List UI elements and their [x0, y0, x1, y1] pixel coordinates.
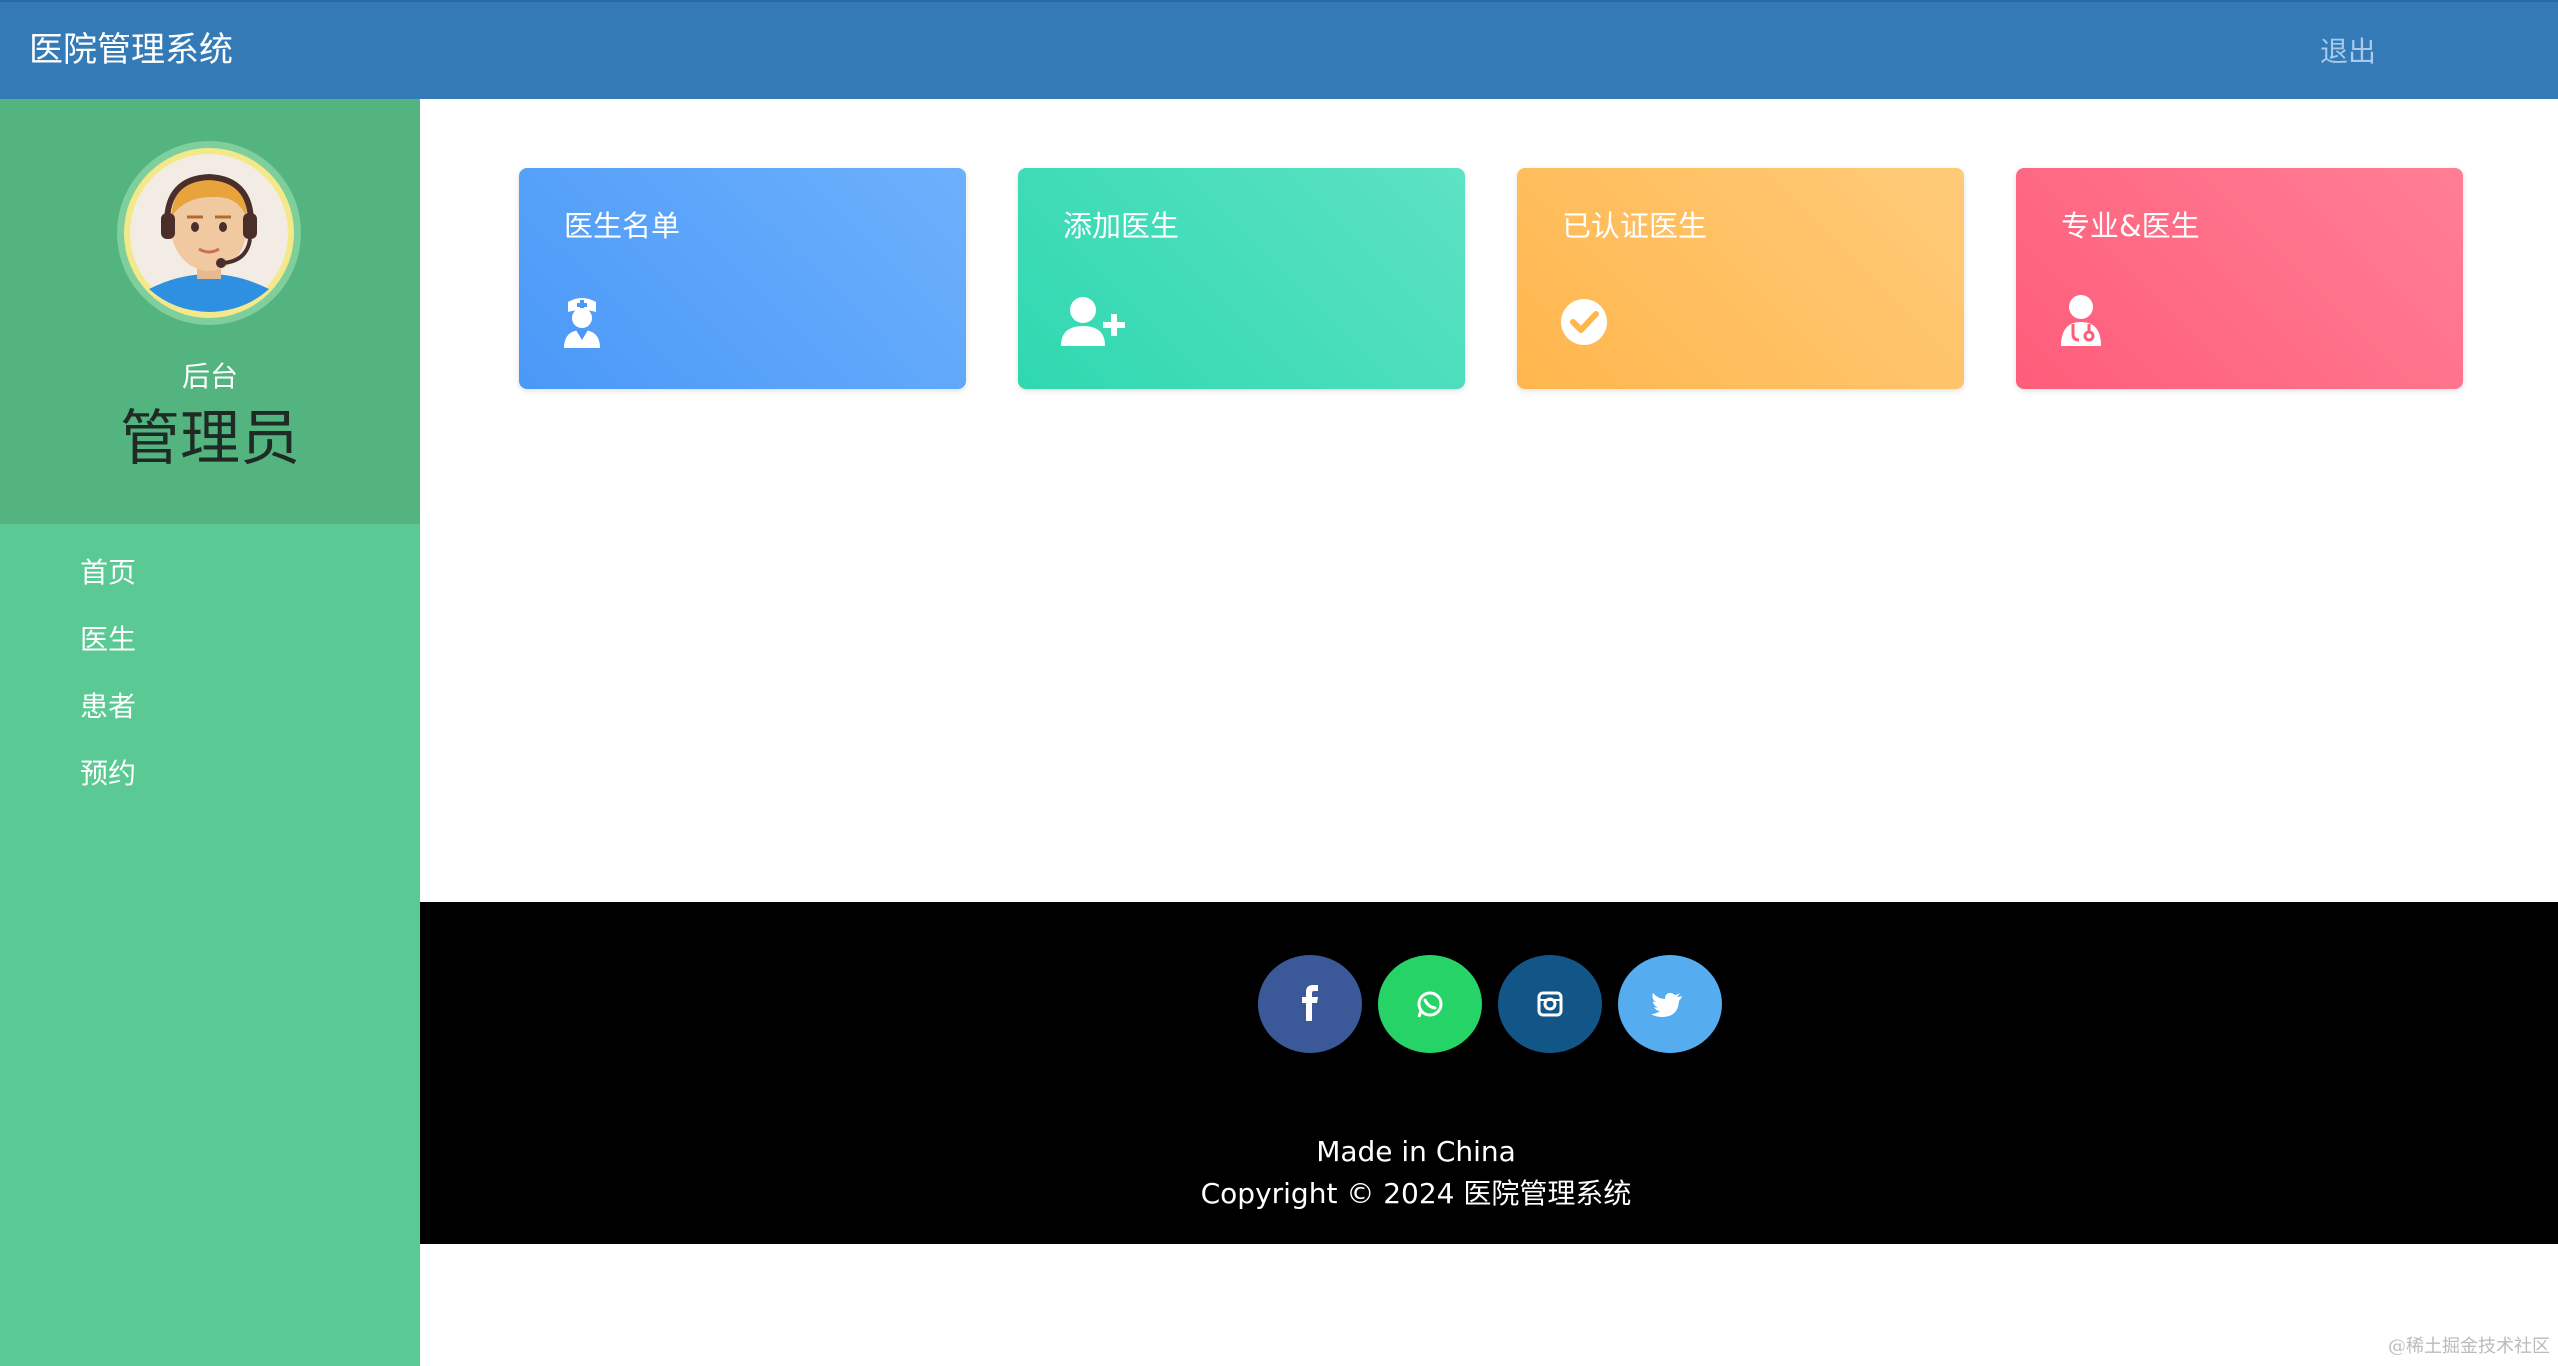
- main-content: 医生名单 添加医生 已认证医生 专业&医生: [420, 99, 2558, 902]
- sidebar-nav: 首页 医生 患者 预约: [0, 539, 420, 807]
- card-specialty-doctors[interactable]: 专业&医生: [2016, 168, 2463, 389]
- facebook-icon: [1302, 985, 1318, 1021]
- sidebar-item-appointments[interactable]: 预约: [0, 740, 420, 807]
- copyright-text: Copyright © 2024 医院管理系统: [1200, 1177, 1632, 1210]
- card-doctor-list[interactable]: 医生名单: [519, 168, 966, 389]
- avatar: [117, 141, 301, 325]
- footer: Made in China Copyright © 2024 医院管理系统: [420, 902, 2558, 1244]
- check-circle-icon: [1561, 299, 1607, 345]
- sidebar-item-patients[interactable]: 患者: [0, 673, 420, 740]
- whatsapp-button[interactable]: [1378, 955, 1482, 1053]
- top-navbar: 医院管理系统 退出: [0, 0, 2558, 99]
- doctor-nurse-icon: [564, 298, 600, 348]
- card-title: 已认证医生: [1562, 209, 1708, 243]
- instagram-icon: [1537, 991, 1563, 1017]
- whatsapp-icon: [1417, 991, 1443, 1018]
- watermark: @稀土掘金技术社区: [2388, 1336, 2550, 1357]
- sidebar-item-home[interactable]: 首页: [0, 539, 420, 606]
- brand-title[interactable]: 医院管理系统: [29, 28, 233, 72]
- card-add-doctor[interactable]: 添加医生: [1018, 168, 1465, 389]
- card-title: 医生名单: [564, 209, 681, 243]
- card-verified-doctors[interactable]: 已认证医生: [1517, 168, 1964, 389]
- twitter-button[interactable]: [1618, 955, 1722, 1053]
- sidebar-item-doctors[interactable]: 医生: [0, 606, 420, 673]
- logout-link[interactable]: 退出: [2320, 32, 2376, 72]
- card-title: 添加医生: [1063, 209, 1180, 243]
- role-title: 管理员: [120, 404, 300, 474]
- role-subtitle: 后台: [181, 360, 238, 393]
- instagram-button[interactable]: [1498, 955, 1602, 1053]
- user-plus-icon: [1061, 297, 1125, 346]
- card-title: 专业&医生: [2061, 209, 2200, 243]
- twitter-icon: [1651, 993, 1682, 1017]
- user-doctor-icon: [2061, 295, 2101, 346]
- footer-text: Made in China Copyright © 2024 医院管理系统: [420, 1132, 2558, 1216]
- profile-panel: 后台 管理员: [0, 99, 420, 524]
- made-in-text: Made in China: [1316, 1135, 1516, 1168]
- facebook-button[interactable]: [1258, 955, 1362, 1053]
